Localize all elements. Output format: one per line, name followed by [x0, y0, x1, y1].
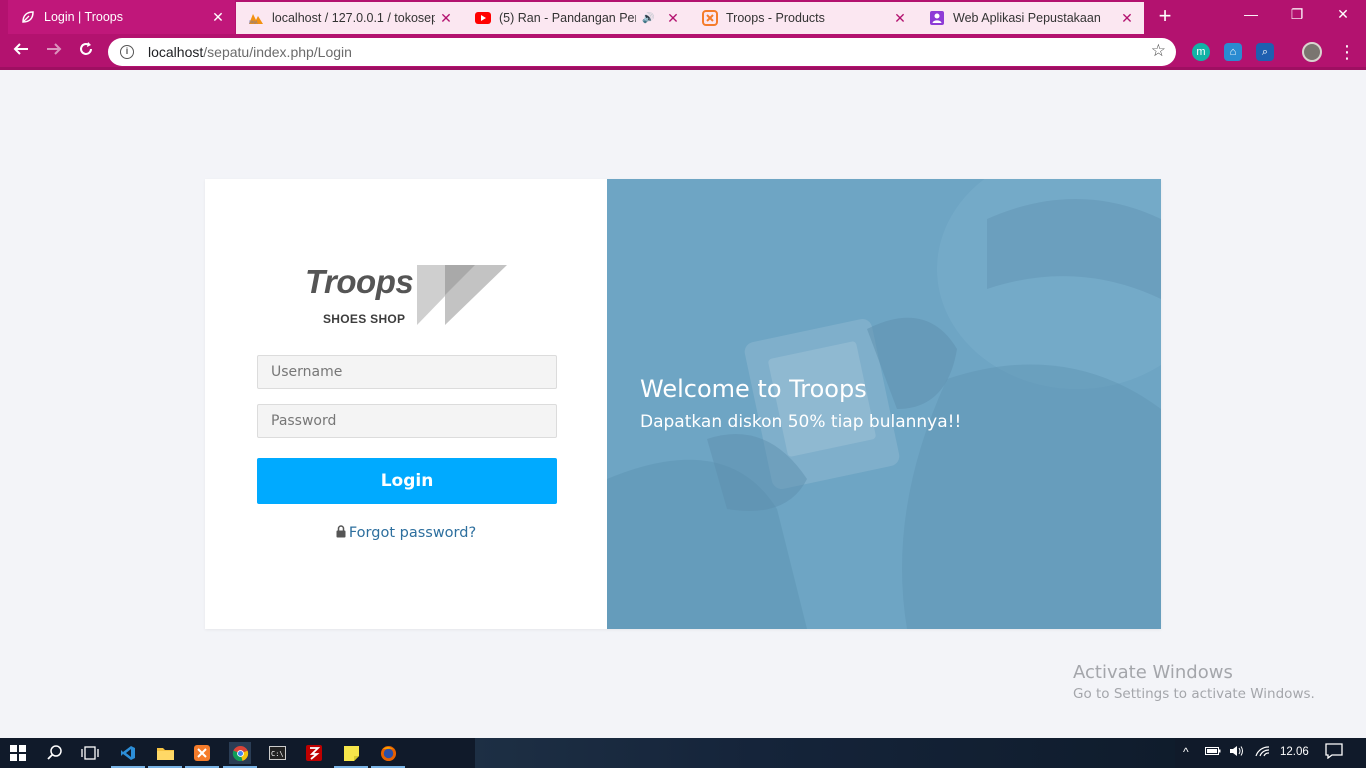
extension-search-icon[interactable]: ⌕ — [1256, 43, 1274, 61]
forgot-password-label: Forgot password? — [348, 525, 477, 541]
close-tab-icon[interactable]: ✕ — [662, 10, 684, 27]
bookmark-star-icon[interactable]: ☆ — [1151, 41, 1166, 61]
svg-text:PMA: PMA — [249, 20, 258, 25]
sticky-notes-icon[interactable] — [334, 742, 368, 768]
login-form-pane: Troops SHOES SHOP Login Forgot password? — [205, 179, 607, 629]
task-view-icon[interactable] — [79, 742, 101, 764]
file-explorer-icon[interactable] — [148, 742, 182, 768]
youtube-icon — [475, 10, 491, 26]
tab-title: Web Aplikasi Pepustakaan — [953, 11, 1101, 25]
tab-login-troops[interactable]: Login | Troops ✕ — [8, 0, 235, 34]
battery-icon[interactable] — [1205, 745, 1221, 759]
tab-phpmyadmin[interactable]: PMA localhost / 127.0.0.1 / tokosepatu ✕ — [236, 2, 463, 34]
minimize-button[interactable]: — — [1228, 0, 1274, 30]
svg-text:C:\: C:\ — [271, 750, 284, 758]
firefox-icon[interactable] — [371, 742, 405, 768]
tab-title: Troops - Products — [726, 11, 825, 25]
logo-mark-icon — [417, 265, 507, 325]
leaf-icon — [20, 9, 36, 25]
person-icon — [929, 10, 945, 26]
close-tab-icon[interactable]: ✕ — [207, 9, 229, 26]
chevron-up-icon[interactable]: ^ — [1183, 745, 1189, 759]
reload-icon[interactable] — [73, 40, 99, 64]
tab-title: (5) Ran - Pandangan Pertama — [499, 11, 636, 25]
browser-toolbar: i localhost/sepatu/index.php/Login ☆ m ⌂… — [0, 34, 1366, 70]
extension-home-icon[interactable]: ⌂ — [1224, 43, 1242, 61]
filezilla-icon[interactable] — [303, 742, 325, 764]
brand-name: Troops — [305, 263, 414, 300]
restore-button[interactable]: ❐ — [1274, 0, 1320, 30]
phpmyadmin-icon: PMA — [248, 10, 264, 26]
banner-background-image — [607, 179, 1161, 629]
close-window-button[interactable]: ✕ — [1320, 0, 1366, 30]
close-tab-icon[interactable]: ✕ — [435, 10, 457, 27]
taskbar-background — [475, 738, 1175, 768]
tab-youtube[interactable]: (5) Ran - Pandangan Pertama 🔊 ✕ — [463, 2, 690, 34]
vscode-icon[interactable] — [111, 742, 145, 768]
address-bar[interactable]: i localhost/sepatu/index.php/Login ☆ — [108, 38, 1176, 66]
brand-tagline: SHOES SHOP — [323, 312, 406, 326]
wifi-icon[interactable] — [1255, 745, 1271, 760]
terminal-icon[interactable]: C:\ — [266, 742, 288, 764]
notification-icon[interactable] — [1325, 743, 1343, 762]
close-tab-icon[interactable]: ✕ — [1116, 10, 1138, 27]
extension-m-icon[interactable]: m — [1192, 43, 1210, 61]
forgot-password-link[interactable]: Forgot password? — [205, 525, 607, 542]
tab-perpustakaan[interactable]: Web Aplikasi Pepustakaan ✕ — [917, 2, 1144, 34]
lock-icon — [336, 525, 346, 542]
tab-troops-products[interactable]: Troops - Products ✕ — [690, 2, 917, 34]
promo-banner: Welcome to Troops Dapatkan diskon 50% ti… — [607, 179, 1161, 629]
watermark-line2: Go to Settings to activate Windows. — [1073, 686, 1315, 702]
windows-start-icon[interactable] — [7, 742, 29, 764]
tab-title: Login | Troops — [44, 10, 123, 24]
forward-arrow-icon[interactable] — [41, 40, 67, 64]
info-icon[interactable]: i — [120, 45, 134, 59]
welcome-heading: Welcome to Troops — [640, 375, 867, 403]
login-button[interactable]: Login — [257, 458, 557, 504]
password-input[interactable] — [257, 404, 557, 438]
close-tab-icon[interactable]: ✕ — [889, 10, 911, 27]
search-icon[interactable] — [44, 742, 66, 764]
tab-title: localhost / 127.0.0.1 / tokosepatu — [272, 11, 435, 25]
taskbar-clock[interactable]: 12.06 — [1280, 746, 1309, 758]
tab-strip: Login | Troops ✕ PMA localhost / 127.0.0… — [0, 0, 1366, 34]
activate-windows-watermark: Activate Windows Go to Settings to activ… — [1073, 662, 1315, 702]
menu-dots-icon[interactable]: ⋮ — [1338, 40, 1356, 64]
profile-avatar[interactable] — [1302, 42, 1322, 62]
windows-taskbar: C:\ ^ 12.06 — [0, 738, 1366, 768]
troops-logo: Troops SHOES SHOP — [305, 263, 510, 326]
watermark-line1: Activate Windows — [1073, 662, 1233, 683]
url-text: localhost/sepatu/index.php/Login — [148, 44, 352, 60]
back-arrow-icon[interactable] — [8, 40, 34, 64]
xampp-icon — [702, 10, 718, 26]
username-input[interactable] — [257, 355, 557, 389]
volume-icon[interactable] — [1229, 745, 1245, 760]
chrome-icon[interactable] — [223, 742, 257, 768]
login-card: Troops SHOES SHOP Login Forgot password? — [205, 179, 1161, 629]
promo-message: Dapatkan diskon 50% tiap bulannya!! — [640, 412, 962, 432]
xampp-taskbar-icon[interactable] — [185, 742, 219, 768]
speaker-icon[interactable]: 🔊 — [642, 13, 656, 24]
new-tab-button[interactable]: + — [1152, 4, 1178, 30]
